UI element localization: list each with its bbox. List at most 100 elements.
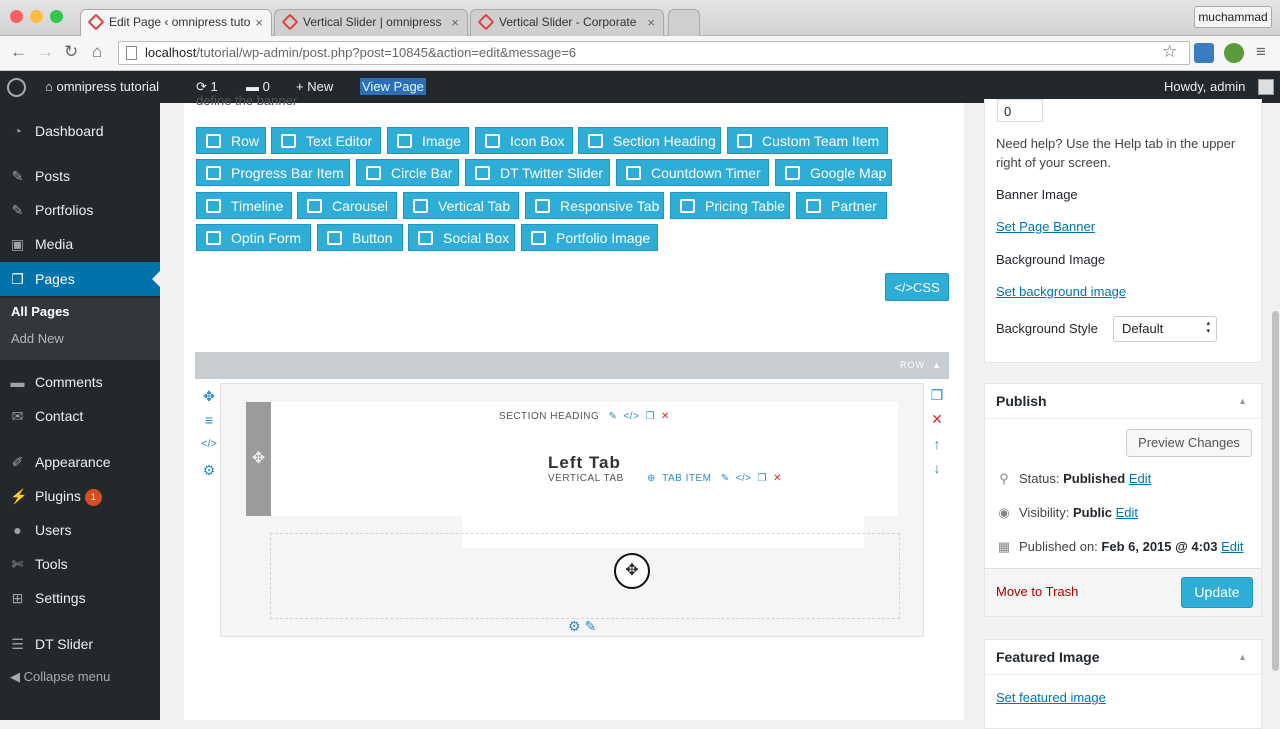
menu-item-media[interactable]: ▣ Media <box>0 227 160 261</box>
add-image-button[interactable]: Image <box>387 127 469 154</box>
view-page-link[interactable]: View Page <box>360 71 426 103</box>
menu-item-portfolios[interactable]: ✎ Portfolios <box>0 193 160 227</box>
collapse-caret-icon[interactable]: ▲ <box>1238 652 1247 662</box>
menu-item-users[interactable]: ● Users <box>0 513 160 547</box>
add-progress-bar-item-button[interactable]: Progress Bar Item <box>196 159 350 186</box>
maximize-window-button[interactable] <box>50 10 63 23</box>
set-featured-image-link[interactable]: Set featured image <box>996 690 1106 705</box>
move-down-arrow-icon[interactable]: ↓ <box>928 460 946 476</box>
add-icon-box-button[interactable]: Icon Box <box>475 127 573 154</box>
add-section-heading-button[interactable]: Section Heading <box>578 127 721 154</box>
menu-item-posts[interactable]: ✎ Posts <box>0 159 160 193</box>
address-bar[interactable]: localhost/tutorial/wp-admin/post.php?pos… <box>118 41 1190 65</box>
reload-icon[interactable]: ↻ <box>64 42 78 62</box>
add-text-editor-button[interactable]: Text Editor <box>271 127 381 154</box>
add-vertical-tab-button[interactable]: Vertical Tab <box>403 192 519 219</box>
close-tab-icon[interactable]: × <box>255 10 263 35</box>
minimize-window-button[interactable] <box>30 10 43 23</box>
delete-x-icon[interactable]: ✕ <box>773 473 782 484</box>
submenu-all-pages[interactable]: All Pages <box>11 304 70 319</box>
menu-item-dt-slider[interactable]: ☰ DT Slider <box>0 627 160 661</box>
profile-button[interactable]: muchammad <box>1194 6 1272 28</box>
move-up-arrow-icon[interactable]: ↑ <box>928 436 946 452</box>
background-style-select[interactable]: Default <box>1113 316 1217 342</box>
new-content-link[interactable]: + New <box>296 71 333 103</box>
edit-status-link[interactable]: Edit <box>1129 471 1151 486</box>
back-arrow-icon[interactable]: ← <box>10 42 27 62</box>
wordpress-logo-icon[interactable] <box>7 78 26 97</box>
delete-x-icon[interactable]: ✕ <box>661 411 670 422</box>
move-to-trash-link[interactable]: Move to Trash <box>996 584 1078 599</box>
column-drag-handle[interactable]: ✥ <box>246 402 271 516</box>
add-circle-icon[interactable]: ⊕ <box>647 473 656 484</box>
browser-tab-vertical-slider[interactable]: Vertical Slider | omnipress × <box>274 9 468 36</box>
home-icon[interactable]: ⌂ <box>92 42 102 62</box>
edit-note-icon[interactable]: ✎ <box>584 618 596 634</box>
add-portfolio-image-button[interactable]: Portfolio Image <box>521 224 658 251</box>
menu-item-tools[interactable]: ✄ Tools <box>0 547 160 581</box>
add-responsive-tab-button[interactable]: Responsive Tab <box>525 192 664 219</box>
menu-item-pages[interactable]: ❐ Pages <box>0 262 160 296</box>
extension-globe-icon[interactable] <box>1224 43 1244 63</box>
site-name-link[interactable]: ⌂ omnipress tutorial <box>45 71 159 103</box>
set-background-image-link[interactable]: Set background image <box>996 284 1126 299</box>
close-tab-icon[interactable]: × <box>647 10 655 35</box>
code-icon[interactable]: </> <box>623 411 639 422</box>
add-optin-form-button[interactable]: Optin Form <box>196 224 311 251</box>
collapse-menu-button[interactable]: ◀ Collapse menu <box>10 669 110 685</box>
menu-item-comments[interactable]: ▬ Comments <box>0 365 160 399</box>
extension-s-icon[interactable] <box>1194 43 1214 63</box>
scrollbar-thumb[interactable] <box>1272 311 1279 671</box>
custom-css-button[interactable]: </>CSS <box>885 273 949 301</box>
menu-item-dashboard[interactable]: ◔ Dashboard <box>0 114 160 148</box>
gear-icon[interactable]: ⚙ <box>200 462 218 479</box>
set-page-banner-link[interactable]: Set Page Banner <box>996 219 1095 234</box>
number-input[interactable]: 0 <box>997 99 1043 122</box>
new-tab-button[interactable] <box>668 9 700 36</box>
update-button[interactable]: Update <box>1181 577 1253 608</box>
menu-item-contact[interactable]: ✉ Contact <box>0 399 160 433</box>
collapse-caret-icon[interactable]: ▲ <box>1238 396 1247 406</box>
add-dt-twitter-slider-button[interactable]: DT Twitter Slider <box>465 159 610 186</box>
add-tab-item-link[interactable]: TAB ITEM <box>662 473 711 484</box>
vertical-tab-element[interactable]: VERTICAL TAB ⊕ TAB ITEM ✎ </> ❐ ✕ <box>548 473 782 484</box>
code-icon[interactable]: </> <box>200 438 218 450</box>
add-google-map-button[interactable]: Google Map <box>775 159 892 186</box>
section-heading-element[interactable]: SECTION HEADING ✎ </> ❐ ✕ <box>499 411 670 422</box>
menu-item-settings[interactable]: ⊞ Settings <box>0 581 160 615</box>
copy-icon[interactable]: ❐ <box>758 473 767 484</box>
edit-pencil-icon[interactable]: ✎ <box>609 411 618 422</box>
page-scrollbar[interactable] <box>1270 103 1280 720</box>
edit-pencil-icon[interactable]: ✎ <box>721 473 730 484</box>
add-timeline-button[interactable]: Timeline <box>196 192 292 219</box>
copy-icon[interactable]: ❐ <box>645 411 654 422</box>
edit-visibility-link[interactable]: Edit <box>1116 505 1138 520</box>
add-custom-team-item-button[interactable]: Custom Team Item <box>727 127 888 154</box>
drop-area[interactable] <box>270 533 900 619</box>
add-button-button[interactable]: Button <box>317 224 403 251</box>
delete-x-icon[interactable]: ✕ <box>928 411 946 428</box>
copy-icon[interactable]: ❐ <box>928 387 946 404</box>
collapse-caret-icon[interactable]: ▲ <box>932 352 941 379</box>
add-pricing-table-button[interactable]: Pricing Table <box>670 192 790 219</box>
add-row-button[interactable]: Row <box>196 127 266 154</box>
forward-arrow-icon[interactable]: → <box>37 42 54 62</box>
add-circle-bar-button[interactable]: Circle Bar <box>356 159 459 186</box>
add-partner-button[interactable]: Partner <box>796 192 887 219</box>
row-header[interactable]: ROW ▲ <box>195 352 949 379</box>
add-social-box-button[interactable]: Social Box <box>408 224 515 251</box>
browser-tab-corporate[interactable]: Vertical Slider - Corporate × <box>470 9 664 36</box>
edit-date-link[interactable]: Edit <box>1221 539 1243 554</box>
columns-list-icon[interactable]: ≡ <box>200 412 218 428</box>
move-arrows-icon[interactable]: ✥ <box>200 388 218 405</box>
submenu-add-new[interactable]: Add New <box>11 331 64 346</box>
menu-item-appearance[interactable]: ✐ Appearance <box>0 445 160 479</box>
gear-icon[interactable]: ⚙ <box>568 618 581 634</box>
browser-tab-edit-page[interactable]: Edit Page ‹ omnipress tuto × <box>80 9 272 36</box>
chrome-menu-icon[interactable]: ≡ <box>1256 42 1266 62</box>
preview-changes-button[interactable]: Preview Changes <box>1126 429 1252 457</box>
avatar[interactable] <box>1258 79 1274 95</box>
add-carousel-button[interactable]: Carousel <box>297 192 397 219</box>
bookmark-star-icon[interactable]: ☆ <box>1162 42 1177 62</box>
add-countdown-timer-button[interactable]: Countdown Timer <box>616 159 769 186</box>
